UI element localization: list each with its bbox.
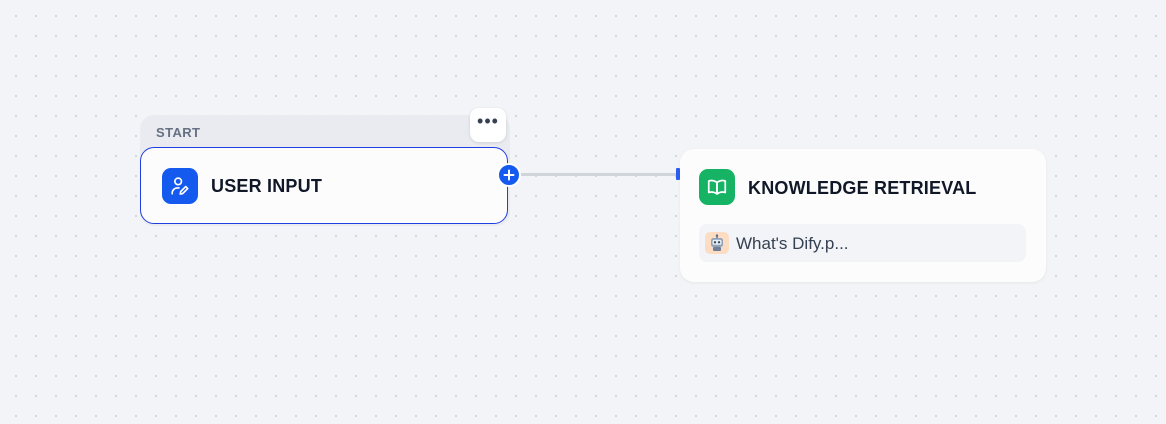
target-handle[interactable] (676, 168, 680, 180)
robot-icon (705, 232, 729, 254)
book-open-icon (699, 169, 735, 205)
plus-icon (503, 169, 515, 181)
more-dots-icon: ••• (477, 111, 499, 131)
workflow-canvas[interactable]: START ••• USER INPUT KNOWLEDGE RETRIEVAL (0, 0, 1166, 424)
connection-edge[interactable] (520, 173, 678, 176)
user-input-title: USER INPUT (211, 176, 323, 196)
dataset-item[interactable]: What's Dify.p... (699, 224, 1026, 262)
knowledge-retrieval-node[interactable]: KNOWLEDGE RETRIEVAL What's Dify.p... (680, 149, 1046, 282)
user-input-node[interactable]: USER INPUT (140, 147, 508, 224)
more-options-button[interactable]: ••• (470, 108, 506, 142)
user-edit-icon (162, 168, 198, 204)
dataset-name: What's Dify.p... (736, 234, 849, 253)
knowledge-retrieval-title: KNOWLEDGE RETRIEVAL (748, 178, 977, 198)
add-node-handle[interactable] (497, 163, 521, 187)
start-group-label: START (156, 125, 201, 140)
